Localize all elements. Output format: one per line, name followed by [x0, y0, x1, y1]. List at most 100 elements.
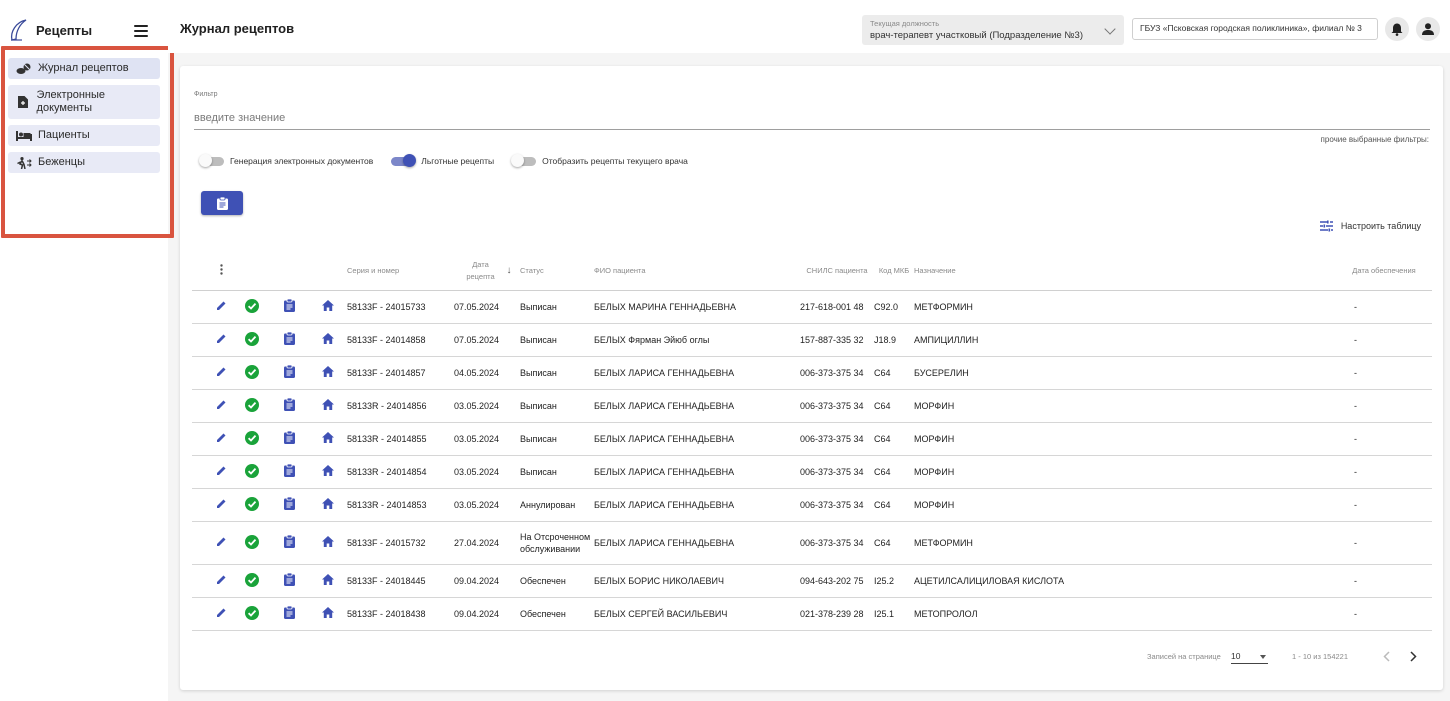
table-row[interactable]: 58133F - 24018445 09.04.2024 Обеспечен БЕЛЫ…	[192, 564, 1432, 598]
edit-button[interactable]	[208, 356, 234, 390]
cell-patient: БЕЛЫХ БОРИС НИКОЛАЕВИЧ	[594, 564, 800, 598]
cell-purpose: МОРФИН	[914, 422, 1336, 456]
prescriptions-card: Фильтр прочие выбранные фильтры: Генерац…	[180, 66, 1443, 690]
pills-icon	[16, 63, 32, 75]
edit-button[interactable]	[208, 564, 234, 598]
table-row[interactable]: 58133R - 24014853 03.05.2024 Аннулирован БЕ…	[192, 488, 1432, 522]
home-button[interactable]	[309, 356, 347, 390]
check-circle-icon	[244, 331, 259, 348]
cell-supply-date: -	[1336, 422, 1432, 456]
table-row[interactable]: 58133F - 24015733 07.05.2024 Выписан БЕЛЫХ …	[192, 290, 1432, 324]
document-button[interactable]	[269, 564, 309, 598]
header-status[interactable]: Статус	[520, 253, 594, 291]
header-supply-date[interactable]: Дата обеспечения	[1336, 253, 1432, 291]
cell-mkb: C92.0	[874, 290, 914, 324]
sidebar-item-refugees[interactable]: Беженцы	[8, 152, 160, 173]
header-date-label: Дата рецепта	[466, 260, 495, 282]
per-page-select[interactable]: 10	[1231, 650, 1268, 664]
status-check	[234, 422, 269, 456]
cell-snils: 006-373-375 34	[800, 389, 874, 423]
home-button[interactable]	[309, 389, 347, 423]
home-button[interactable]	[309, 455, 347, 489]
header-series[interactable]: Серия и номер	[347, 253, 454, 291]
home-icon	[322, 498, 334, 511]
table-row[interactable]: 58133R - 24014854 03.05.2024 Выписан БЕЛЫХ …	[192, 455, 1432, 489]
table-row[interactable]: 58133F - 24018438 09.04.2024 Обеспечен БЕЛЫ…	[192, 597, 1432, 631]
header-purpose[interactable]: Назначение	[914, 253, 1336, 291]
home-button[interactable]	[309, 323, 347, 357]
document-button[interactable]	[269, 422, 309, 456]
filter-input[interactable]	[194, 106, 1430, 130]
document-button[interactable]	[269, 389, 309, 423]
home-button[interactable]	[309, 290, 347, 324]
home-button[interactable]	[309, 521, 347, 565]
header-patient[interactable]: ФИО пациента	[594, 253, 800, 291]
cell-status: Выписан	[520, 389, 594, 423]
cell-series: 58133F - 24014857	[347, 356, 454, 390]
edit-button[interactable]	[208, 290, 234, 324]
edit-button[interactable]	[208, 323, 234, 357]
column-menu[interactable]	[208, 253, 234, 291]
toggle-track[interactable]	[199, 154, 224, 167]
check-circle-icon	[244, 397, 259, 414]
home-button[interactable]	[309, 488, 347, 522]
cell-date: 07.05.2024	[454, 323, 520, 357]
table-row[interactable]: 58133F - 24014857 04.05.2024 Выписан БЕЛЫХ …	[192, 356, 1432, 390]
edit-button[interactable]	[208, 455, 234, 489]
organization-field[interactable]: ГБУЗ «Псковская городская поликлиника», …	[1132, 18, 1378, 40]
toggle-generate-documents[interactable]: Генерация электронных документов	[199, 154, 373, 167]
menu-toggle-icon[interactable]	[134, 25, 148, 37]
per-page-value: 10	[1231, 651, 1241, 661]
check-circle-icon	[244, 463, 259, 480]
sidebar-item-prescription-log[interactable]: Журнал рецептов	[8, 58, 160, 79]
document-button[interactable]	[269, 290, 309, 324]
cell-supply-date: -	[1336, 290, 1432, 324]
header-snils[interactable]: СНИЛС пациента	[800, 253, 874, 291]
home-button[interactable]	[309, 597, 347, 631]
edit-button[interactable]	[208, 422, 234, 456]
edit-button[interactable]	[208, 389, 234, 423]
position-select[interactable]: Текущая должность врач-терапевт участков…	[862, 15, 1124, 45]
toggle-current-doctor[interactable]: Отобразить рецепты текущего врача	[511, 154, 688, 167]
document-button[interactable]	[269, 597, 309, 631]
sidebar-item-electronic-documents[interactable]: Электронные документы	[8, 85, 160, 119]
cell-snils: 006-373-375 34	[800, 521, 874, 565]
edit-button[interactable]	[208, 488, 234, 522]
profile-button[interactable]	[1416, 17, 1440, 41]
toggle-preferential-prescriptions[interactable]: Льготные рецепты	[391, 154, 494, 167]
header-mkb[interactable]: Код МКБ	[874, 253, 914, 291]
cell-supply-date: -	[1336, 356, 1432, 390]
document-button[interactable]	[269, 356, 309, 390]
toggle-track[interactable]	[391, 154, 417, 167]
header-date[interactable]: Дата рецепта ↓	[454, 253, 520, 291]
sidebar-item-patients[interactable]: Пациенты	[8, 125, 160, 146]
home-icon	[322, 366, 334, 379]
edit-button[interactable]	[208, 597, 234, 631]
cell-mkb: C64	[874, 422, 914, 456]
configure-table-button[interactable]: Настроить таблицу	[1319, 220, 1421, 232]
table-row[interactable]: 58133F - 24014858 07.05.2024 Выписан БЕЛЫХ …	[192, 323, 1432, 357]
document-button[interactable]	[269, 488, 309, 522]
notifications-button[interactable]	[1385, 17, 1409, 41]
cell-mkb: I25.2	[874, 564, 914, 598]
dropdown-arrow-icon	[1260, 655, 1266, 659]
pencil-icon	[216, 367, 227, 379]
edit-button[interactable]	[208, 521, 234, 565]
home-button[interactable]	[309, 422, 347, 456]
previous-page-button[interactable]	[1378, 648, 1394, 664]
document-button[interactable]	[269, 521, 309, 565]
toggle-track[interactable]	[511, 154, 537, 167]
table-row[interactable]: 58133F - 24015732 27.04.2024 На Отсроченно…	[192, 521, 1432, 565]
table-row[interactable]: 58133R - 24014856 03.05.2024 Выписан БЕЛЫХ …	[192, 389, 1432, 423]
configure-table-label: Настроить таблицу	[1340, 221, 1421, 231]
cell-patient: БЕЛЫХ ЛАРИСА ГЕННАДЬЕВНА	[594, 521, 800, 565]
table-row[interactable]: 58133R - 24014855 03.05.2024 Выписан БЕЛЫХ …	[192, 422, 1432, 456]
new-prescription-button[interactable]	[201, 191, 243, 215]
check-circle-icon	[244, 496, 259, 513]
document-button[interactable]	[269, 455, 309, 489]
cell-status: Обеспечен	[520, 597, 594, 631]
document-button[interactable]	[269, 323, 309, 357]
next-page-button[interactable]	[1405, 648, 1421, 664]
cell-supply-date: -	[1336, 521, 1432, 565]
home-button[interactable]	[309, 564, 347, 598]
